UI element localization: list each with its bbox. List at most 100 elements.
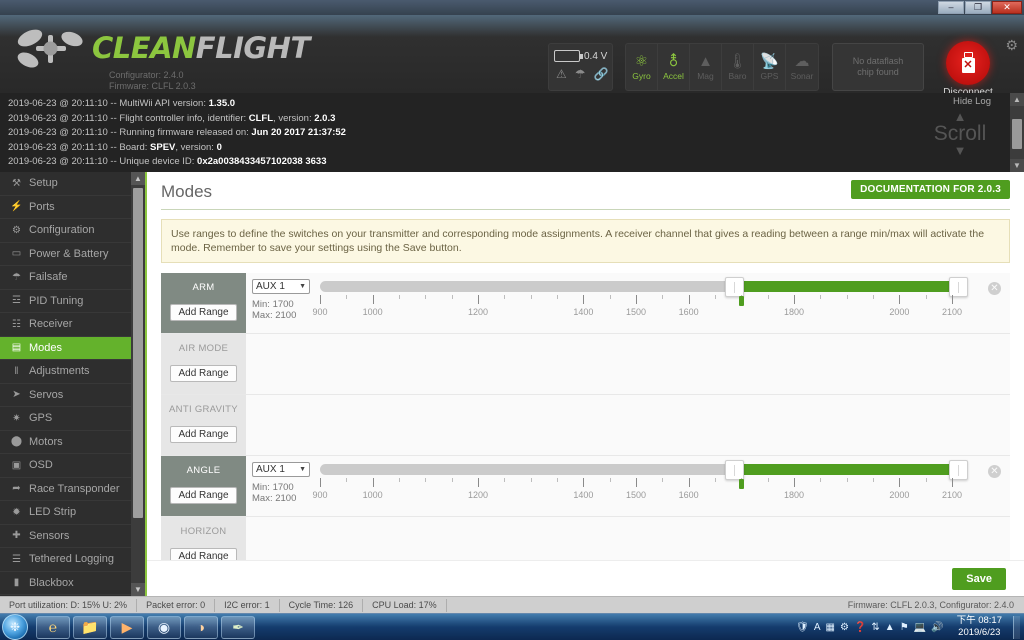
slider-handle-min[interactable] [725, 277, 745, 297]
network-icon[interactable]: 💻 [914, 622, 926, 633]
sidebar-item-power-battery[interactable]: ▭ Power & Battery [0, 243, 131, 266]
sidebar-item-race-transponder[interactable]: ➦ Race Transponder [0, 478, 131, 501]
scroll-up-icon[interactable]: ▲ [1010, 93, 1024, 106]
sidebar-scroll-down-icon[interactable]: ▼ [131, 583, 145, 596]
sidebar-scroll-up-icon[interactable]: ▲ [131, 172, 145, 185]
sidebar-scrollbar[interactable]: ▲ ▼ [131, 172, 145, 596]
mode-body [246, 334, 1010, 394]
mode-name-panel: ARM Add Range [161, 273, 246, 333]
sidebar-item-label: Motors [29, 435, 63, 448]
sidebar-item-receiver[interactable]: ☷ Receiver [0, 313, 131, 337]
antenna-icon: ☷ [12, 318, 21, 330]
sidebar-item-pid-tuning[interactable]: ☲ PID Tuning [0, 290, 131, 313]
mode-row: ARM Add Range AUX 1 ▼ Min: 1700 Max: 2100 900 1… [161, 273, 1010, 334]
range-minmax: Min: 1700 Max: 2100 [252, 299, 320, 321]
sidebar-item-gps[interactable]: ✷ GPS [0, 407, 131, 431]
delete-range-button[interactable]: ✕ [988, 282, 1001, 295]
add-range-button[interactable]: Add Range [170, 487, 237, 504]
toggle-icon: ▤ [11, 342, 22, 354]
sidebar-item-servos[interactable]: ➤ Servos [0, 384, 131, 407]
sidebar-item-label: Configuration [29, 224, 95, 237]
scale-tick-minor [557, 295, 558, 299]
chevron-up-icon[interactable]: ▲ [885, 622, 895, 633]
scale-tick-minor [662, 478, 664, 482]
warning-icon: ⚠ [556, 67, 567, 81]
channel-select[interactable]: AUX 1 ▼ [252, 279, 310, 294]
slider-handle-max[interactable] [949, 460, 968, 480]
scale-tick-label: 900 [312, 490, 328, 500]
show-desktop-button[interactable] [1013, 615, 1020, 639]
documentation-button[interactable]: DOCUMENTATION FOR 2.0.3 [851, 180, 1010, 199]
internet-explorer-icon[interactable]: ℮ [36, 615, 70, 639]
add-range-button[interactable]: Add Range [170, 304, 237, 321]
slider-track[interactable] [320, 277, 968, 297]
taskbar-clock[interactable]: 下午 08:17 2019/6/23 [949, 615, 1008, 639]
satellite-icon: ✷ [12, 412, 21, 424]
log-scrollbar-thumb[interactable] [1012, 119, 1022, 149]
app-header: CLEANFLIGHT Configurator: 2.4.0 Firmware… [0, 15, 1024, 93]
help-icon[interactable]: ❓ [854, 622, 866, 633]
sidebar-item-setup[interactable]: ⚒ Setup [0, 172, 131, 196]
windows-start-icon[interactable]: ❉ [2, 614, 28, 640]
dataflash-text: No dataflash chip found [852, 56, 904, 77]
led-icon: ✹ [12, 506, 21, 518]
sidebar-item-tethered-logging[interactable]: ☰ Tethered Logging [0, 548, 131, 572]
volume-icon[interactable]: 🔊 [931, 622, 943, 633]
scroll-watermark: ▲ Scroll ▼ [914, 110, 1006, 157]
sidebar-item-adjustments[interactable]: ‖ Adjustments [0, 360, 131, 384]
sidebar-item-motors[interactable]: ⬤ Motors [0, 431, 131, 454]
disconnect-button[interactable]: ✕ Disconnect [941, 41, 995, 93]
thermometer-icon: 🌡 [727, 52, 748, 70]
update-icon[interactable]: ⚙ [840, 622, 849, 633]
sidebar-item-failsafe[interactable]: ☂ Failsafe [0, 266, 131, 290]
sensor-sonar: ☁ Sonar [786, 44, 818, 90]
shield-icon[interactable]: 🛡 [796, 622, 809, 633]
minimize-button[interactable]: – [938, 1, 964, 14]
clock-time: 下午 08:17 [956, 615, 1002, 626]
media-player-icon[interactable]: ▶ [110, 615, 144, 639]
sidebar-item-led-strip[interactable]: ✹ LED Strip [0, 501, 131, 525]
sidebar-item-label: Servos [29, 388, 64, 401]
sidebar-scrollbar-thumb[interactable] [133, 188, 143, 518]
gear-icon[interactable]: ⚙ [1005, 37, 1018, 54]
delete-range-button[interactable]: ✕ [988, 465, 1001, 478]
slider-handle-min[interactable] [725, 460, 745, 480]
sidebar-item-modes[interactable]: ▤ Modes [0, 336, 131, 360]
sync-icon[interactable]: ⇅ [871, 622, 879, 633]
dataflash-status: No dataflash chip found [832, 43, 924, 91]
range-minmax: Min: 1700 Max: 2100 [252, 482, 320, 504]
sidebar-item-sensors[interactable]: ✚ Sensors [0, 525, 131, 548]
close-button[interactable]: ✕ [992, 1, 1022, 14]
range-slider[interactable]: 900 1000 1200 1400 1500 1600 1800 2000 2100 [312, 277, 1010, 321]
file-explorer-icon[interactable]: 📁 [73, 615, 107, 639]
sidebar-item-osd[interactable]: ▣ OSD [0, 454, 131, 478]
hide-log-link[interactable]: Hide Log [953, 96, 991, 107]
slider-track[interactable] [320, 460, 968, 480]
range-slider[interactable]: 900 1000 1200 1400 1500 1600 1800 2000 2100 [312, 460, 1010, 504]
osd-icon: ▣ [11, 459, 22, 471]
channel-select[interactable]: AUX 1 ▼ [252, 462, 310, 477]
ime-icon[interactable]: A [814, 622, 821, 633]
scale-tick-minor [873, 295, 874, 299]
save-button[interactable]: Save [952, 568, 1006, 590]
sidebar-item-configuration[interactable]: ⚙ Configuration [0, 219, 131, 243]
scale-tick-major [952, 295, 953, 304]
add-range-button[interactable]: Add Range [170, 365, 237, 382]
maximize-button[interactable]: ❐ [965, 1, 991, 14]
scale-tick-label: 1400 [573, 490, 594, 500]
add-range-button[interactable]: Add Range [170, 426, 237, 443]
scroll-down-icon[interactable]: ▼ [1010, 159, 1024, 172]
cleanflight-icon[interactable]: ✒ [221, 615, 255, 639]
firefox-icon[interactable]: ◑ [184, 615, 218, 639]
display-icon[interactable]: ▦ [826, 622, 835, 633]
chrome-icon[interactable]: ◉ [147, 615, 181, 639]
sidebar-item-ports[interactable]: ⚡ Ports [0, 196, 131, 219]
sidebar-item-blackbox[interactable]: ▮ Blackbox [0, 572, 131, 595]
window-controls: – ❐ ✕ [938, 1, 1022, 14]
scale-tick-minor [873, 478, 874, 482]
flag-icon[interactable]: ⚑ [900, 622, 909, 633]
range-scale: 900 1000 1200 1400 1500 1600 1800 2000 2100 [312, 295, 962, 321]
plug-icon: ⚡ [10, 201, 23, 213]
slider-handle-max[interactable] [949, 277, 968, 297]
log-scrollbar[interactable]: ▲ ▼ [1010, 93, 1024, 172]
